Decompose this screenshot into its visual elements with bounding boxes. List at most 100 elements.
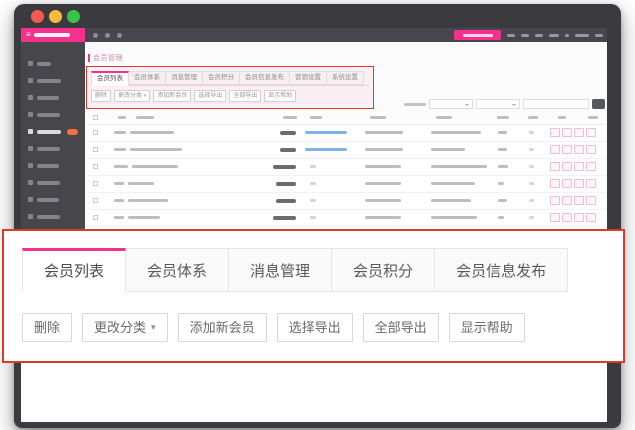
row-actions bbox=[550, 162, 596, 171]
action-chip[interactable] bbox=[562, 162, 572, 171]
action-chip[interactable] bbox=[586, 162, 596, 171]
tab-member-list[interactable]: 会员列表 bbox=[22, 248, 126, 292]
sidebar-item[interactable] bbox=[21, 72, 85, 89]
action-chip[interactable] bbox=[574, 196, 584, 205]
filter-select[interactable] bbox=[476, 99, 520, 109]
row-checkbox[interactable] bbox=[93, 181, 98, 186]
action-chip[interactable] bbox=[562, 213, 572, 222]
sidebar-item[interactable] bbox=[21, 157, 85, 174]
tab-member-info-publish[interactable]: 会员信息发布 bbox=[435, 248, 568, 292]
add-member-button[interactable]: 添加新会员 bbox=[153, 90, 191, 102]
export-selected-button[interactable]: 选择导出 bbox=[277, 313, 353, 342]
action-chip[interactable] bbox=[574, 145, 584, 154]
sidebar-item[interactable] bbox=[21, 174, 85, 191]
table-row[interactable] bbox=[88, 210, 606, 227]
tab-member-system[interactable]: 会员体系 bbox=[129, 71, 166, 85]
change-category-dropdown[interactable]: 更改分类 ▾ bbox=[114, 90, 150, 102]
tab-message-mgmt[interactable]: 消息管理 bbox=[166, 71, 203, 85]
menu-item[interactable] bbox=[595, 34, 603, 37]
menu-item[interactable] bbox=[565, 34, 569, 37]
tab-member-list[interactable]: 会员列表 bbox=[91, 71, 129, 86]
sidebar-item[interactable] bbox=[21, 191, 85, 208]
action-chip[interactable] bbox=[562, 196, 572, 205]
hamburger-icon: ≡ bbox=[26, 31, 31, 39]
sidebar-item[interactable] bbox=[21, 89, 85, 106]
show-help-button[interactable]: 显示帮助 bbox=[449, 313, 525, 342]
action-chip[interactable] bbox=[586, 179, 596, 188]
zoom-source-highlight: 会员列表 会员体系 消息管理 会员积分 会员信息发布 营销设置 系统设置 删除 … bbox=[86, 66, 374, 109]
search-button[interactable] bbox=[592, 99, 605, 109]
table-row[interactable] bbox=[88, 142, 606, 159]
sidebar-item-members-active[interactable] bbox=[21, 123, 85, 140]
tab-message-mgmt[interactable]: 消息管理 bbox=[229, 248, 332, 292]
table-row[interactable] bbox=[88, 125, 606, 142]
app-logo[interactable]: ≡ bbox=[21, 28, 85, 42]
row-checkbox[interactable] bbox=[93, 198, 98, 203]
action-chip[interactable] bbox=[586, 145, 596, 154]
action-chip[interactable] bbox=[550, 196, 560, 205]
action-chip[interactable] bbox=[550, 145, 560, 154]
minimize-window-button[interactable] bbox=[49, 10, 62, 23]
table-row[interactable] bbox=[88, 193, 606, 210]
tab-marketing-settings[interactable]: 营销设置 bbox=[290, 71, 327, 85]
table-row[interactable] bbox=[88, 159, 606, 176]
action-chip[interactable] bbox=[574, 128, 584, 137]
row-checkbox[interactable] bbox=[93, 147, 98, 152]
menu-item[interactable] bbox=[575, 34, 589, 37]
filter-select[interactable] bbox=[429, 99, 473, 109]
tab-member-system[interactable]: 会员体系 bbox=[126, 248, 229, 292]
refresh-icon[interactable] bbox=[93, 33, 98, 38]
sidebar-item[interactable] bbox=[21, 55, 85, 72]
export-all-button[interactable]: 全部导出 bbox=[363, 313, 439, 342]
select-all-checkbox[interactable] bbox=[93, 115, 98, 120]
close-window-button[interactable] bbox=[31, 10, 44, 23]
action-chip[interactable] bbox=[562, 145, 572, 154]
row-actions bbox=[550, 179, 596, 188]
sidebar-item[interactable] bbox=[21, 140, 85, 157]
row-checkbox[interactable] bbox=[93, 130, 98, 135]
menu-item[interactable] bbox=[549, 34, 559, 37]
action-chip[interactable] bbox=[586, 128, 596, 137]
zoom-window-button[interactable] bbox=[67, 10, 80, 23]
sidebar-item[interactable] bbox=[21, 208, 85, 225]
action-chip[interactable] bbox=[550, 213, 560, 222]
member-toolbar: 删除 更改分类▾ 添加新会员 选择导出 全部导出 显示帮助 bbox=[22, 313, 525, 342]
action-chip[interactable] bbox=[586, 213, 596, 222]
window-titlebar bbox=[14, 4, 621, 28]
action-chip[interactable] bbox=[562, 128, 572, 137]
show-help-button[interactable]: 显示帮助 bbox=[264, 90, 296, 102]
search-input[interactable] bbox=[523, 99, 589, 109]
export-selected-button[interactable]: 选择导出 bbox=[194, 90, 226, 102]
table-row[interactable] bbox=[88, 176, 606, 193]
tab-member-points[interactable]: 会员积分 bbox=[203, 71, 240, 85]
delete-button[interactable]: 删除 bbox=[91, 90, 111, 102]
action-chip[interactable] bbox=[574, 179, 584, 188]
delete-button[interactable]: 删除 bbox=[22, 313, 72, 342]
sidebar-item[interactable] bbox=[21, 106, 85, 123]
table-header bbox=[88, 112, 606, 125]
export-all-button[interactable]: 全部导出 bbox=[229, 90, 261, 102]
row-actions bbox=[550, 196, 596, 205]
menu-item[interactable] bbox=[535, 34, 543, 37]
row-checkbox[interactable] bbox=[93, 164, 98, 169]
logo-text-placeholder bbox=[34, 33, 70, 37]
action-chip[interactable] bbox=[574, 162, 584, 171]
add-member-button[interactable]: 添加新会员 bbox=[178, 313, 267, 342]
link-icon[interactable] bbox=[117, 33, 122, 38]
action-chip[interactable] bbox=[586, 196, 596, 205]
action-chip[interactable] bbox=[550, 179, 560, 188]
tab-member-info-publish[interactable]: 会员信息发布 bbox=[240, 71, 290, 85]
tab-member-points[interactable]: 会员积分 bbox=[332, 248, 435, 292]
action-chip[interactable] bbox=[574, 213, 584, 222]
action-chip[interactable] bbox=[550, 162, 560, 171]
row-checkbox[interactable] bbox=[93, 215, 98, 220]
menu-item[interactable] bbox=[507, 34, 515, 37]
change-category-dropdown[interactable]: 更改分类▾ bbox=[82, 313, 168, 342]
menu-item[interactable] bbox=[521, 34, 529, 37]
tab-system-settings[interactable]: 系统设置 bbox=[327, 71, 364, 85]
row-actions bbox=[550, 145, 596, 154]
action-chip[interactable] bbox=[562, 179, 572, 188]
nav-icon bbox=[28, 214, 33, 219]
action-chip[interactable] bbox=[550, 128, 560, 137]
top-bar-primary-button[interactable] bbox=[454, 30, 501, 40]
